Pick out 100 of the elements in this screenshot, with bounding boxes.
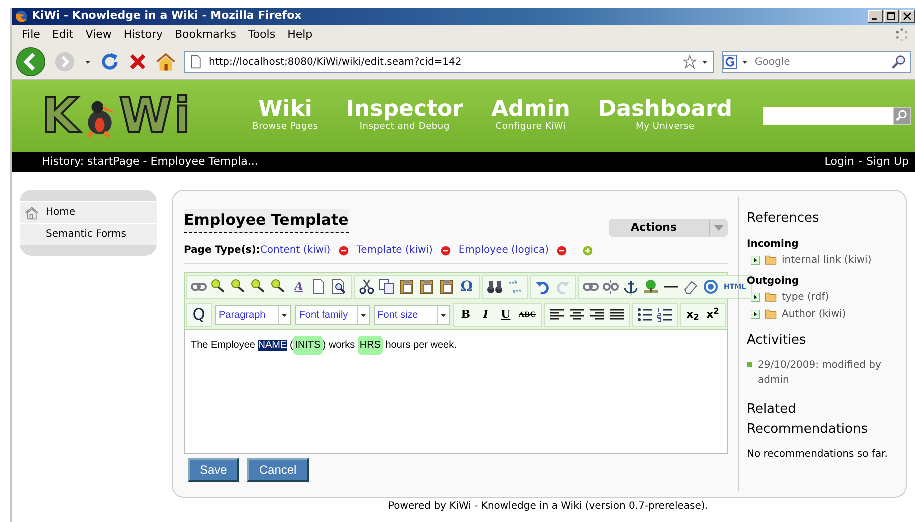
superscript-button[interactable]: x$^{2}$ xyxy=(703,305,723,325)
folder-icon xyxy=(764,308,778,320)
account-link[interactable]: Sign Up xyxy=(866,154,909,170)
section-heading: Activities xyxy=(747,332,808,350)
clipboard-icon[interactable] xyxy=(439,279,455,295)
remove-icon[interactable] xyxy=(440,246,451,256)
align-left-icon[interactable] xyxy=(549,307,565,323)
underline-button[interactable]: U xyxy=(496,305,516,325)
separator-text: - xyxy=(858,154,862,170)
address-bar[interactable]: http://localhost:8080/KiWi/wiki/edit.seam?cid=142 xyxy=(184,51,714,73)
page-icon[interactable] xyxy=(311,279,327,295)
copy-icon[interactable] xyxy=(379,279,395,295)
account-link[interactable]: Login xyxy=(824,154,854,170)
caret-icon[interactable] xyxy=(84,58,92,66)
save-button[interactable]: Save xyxy=(188,458,240,482)
help-icon[interactable] xyxy=(703,279,719,295)
dropdown-field[interactable]: Font family xyxy=(295,305,370,325)
eraser-icon[interactable] xyxy=(683,279,699,295)
reference-link[interactable]: type (rdf) xyxy=(782,290,830,304)
editor-text: The Employee NAME ( INITS ) works HRS hours per week. xyxy=(191,338,721,353)
broken-link-icon[interactable] xyxy=(603,279,619,295)
align-center-icon[interactable] xyxy=(569,307,585,323)
web-search-bar[interactable]: Google xyxy=(722,51,911,73)
type-link[interactable]: Employee (logica) xyxy=(458,243,549,258)
group-heading: Incoming xyxy=(747,238,800,252)
scissors-icon[interactable] xyxy=(359,279,375,295)
dropdown-field[interactable]: Font size xyxy=(374,305,450,325)
expand-icon[interactable] xyxy=(751,292,760,302)
cancel-button[interactable]: Cancel xyxy=(247,458,309,482)
stop-icon[interactable] xyxy=(128,52,148,72)
bullet-icon xyxy=(747,362,752,367)
logo-letter: K xyxy=(42,92,82,140)
search-button[interactable] xyxy=(893,107,911,125)
quote-button[interactable]: Q xyxy=(189,305,209,325)
menu-item[interactable]: Bookmarks xyxy=(168,26,242,44)
menu-item[interactable]: Help xyxy=(282,26,319,44)
subscript-button[interactable]: x$_{2}$ xyxy=(683,305,703,325)
section-heading: Related Recommendations xyxy=(747,401,870,438)
footer-text: Powered by KiWi - Knowledge in a Wiki (version 0.7-prerelease). xyxy=(388,500,710,514)
throbber-icon xyxy=(895,28,909,42)
search-field[interactable] xyxy=(763,107,893,125)
maximize-icon[interactable] xyxy=(886,11,897,22)
tree-image-icon[interactable] xyxy=(643,279,659,295)
recommendations-text: No recommendations so far. xyxy=(747,448,889,462)
bold-button[interactable]: B xyxy=(456,305,476,325)
menu-item[interactable]: Edit xyxy=(46,26,80,44)
search-icon xyxy=(896,110,908,122)
binoculars-icon[interactable] xyxy=(487,279,503,295)
star-icon[interactable] xyxy=(683,55,697,69)
sidebar-item[interactable]: Semantic Forms xyxy=(20,223,157,245)
globe-fox-icon xyxy=(15,10,28,23)
remove-icon[interactable] xyxy=(557,246,567,256)
caret-icon xyxy=(281,312,288,318)
close-icon[interactable] xyxy=(902,11,913,22)
font-color-button[interactable]: A xyxy=(289,277,309,297)
menu-item[interactable]: View xyxy=(80,26,118,44)
folder-icon xyxy=(764,254,778,266)
caret-icon[interactable] xyxy=(741,58,749,66)
page-title: Employee Template xyxy=(184,209,349,232)
numbered-list-icon[interactable] xyxy=(657,307,673,323)
caret-icon[interactable] xyxy=(701,58,709,66)
types-label: Page Type(s): xyxy=(184,244,260,258)
menu-item[interactable]: File xyxy=(16,26,46,44)
search-icon[interactable] xyxy=(892,55,906,69)
undo-icon[interactable] xyxy=(535,279,551,295)
type-link[interactable]: Template (kiwi) xyxy=(356,243,433,258)
g-letter-icon[interactable] xyxy=(723,55,737,69)
actions-dropdown[interactable]: Actions xyxy=(609,219,728,237)
activity-text: 29/10/2009: modified by admin xyxy=(758,359,882,388)
history-text: History: startPage - Employee Templa... xyxy=(42,154,260,170)
italic-button[interactable]: I xyxy=(476,305,496,325)
editor-area[interactable]: The Employee NAME ( INITS ) works HRS hours per week. xyxy=(184,330,728,454)
remove-icon[interactable] xyxy=(338,246,349,256)
expand-icon[interactable] xyxy=(751,256,760,264)
footer-link[interactable]: KiWi - Knowledge in a Wiki xyxy=(450,501,582,512)
caret-icon xyxy=(440,312,447,318)
bullet-list-icon[interactable] xyxy=(637,307,653,323)
caret-icon xyxy=(360,312,367,318)
anchor-icon[interactable] xyxy=(623,279,639,295)
clipboard-icon[interactable] xyxy=(419,279,435,295)
address-field[interactable]: http://localhost:8080/KiWi/wiki/edit.seam?cid=142 xyxy=(207,54,679,70)
menu-item[interactable]: Tools xyxy=(242,26,282,44)
sidebar-item[interactable]: Home xyxy=(20,201,157,223)
reference-link[interactable]: Author (kiwi) xyxy=(782,306,846,322)
group-heading: Outgoing xyxy=(747,274,800,288)
folder-icon xyxy=(764,291,778,303)
menu-item[interactable]: History xyxy=(118,26,169,44)
expand-icon[interactable] xyxy=(751,310,760,318)
align-justify-icon[interactable] xyxy=(609,307,625,323)
logo-letters: Wi xyxy=(119,92,193,140)
home-icon[interactable] xyxy=(156,52,176,72)
align-right-icon[interactable] xyxy=(589,307,605,323)
dropdown-field[interactable]: Paragraph xyxy=(215,305,292,325)
type-link[interactable]: Content (kiwi) xyxy=(260,243,331,258)
special-character-button[interactable]: Ω xyxy=(457,277,477,297)
reference-link[interactable]: internal link (kiwi) xyxy=(782,252,872,268)
reload-icon[interactable] xyxy=(100,52,120,72)
window-title: KiWi - Knowledge in a Wiki - Mozilla Firefox xyxy=(32,8,303,24)
page-search-icon[interactable] xyxy=(331,279,347,295)
clipboard-icon[interactable] xyxy=(399,279,415,295)
